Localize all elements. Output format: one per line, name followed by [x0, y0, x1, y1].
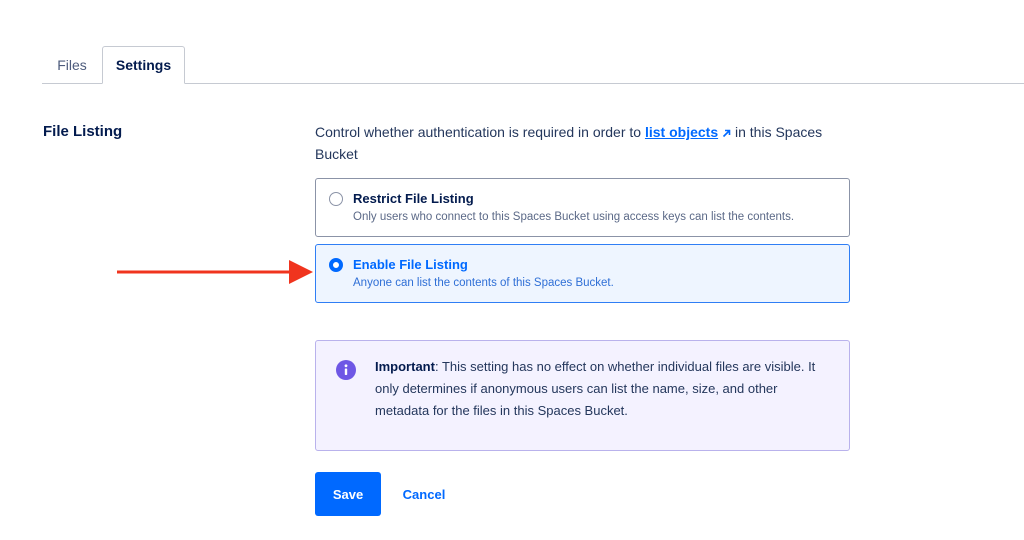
restrict-listing-radio[interactable] — [329, 192, 343, 206]
tab-bar: Files Settings — [42, 46, 1024, 84]
section-title: File Listing — [43, 123, 123, 140]
info-text: Important: This setting has no effect on… — [375, 356, 830, 422]
list-objects-link[interactable]: list objects — [645, 124, 718, 140]
option-subtitle: Anyone can list the contents of this Spa… — [353, 277, 614, 289]
external-link-icon — [723, 129, 731, 137]
option-title: Enable File Listing — [353, 257, 468, 272]
enable-listing-option[interactable]: Enable File Listing Anyone can list the … — [315, 244, 850, 303]
cancel-button[interactable]: Cancel — [392, 472, 456, 516]
settings-page: Files Settings File Listing Control whet… — [0, 0, 1024, 540]
save-button[interactable]: Save — [315, 472, 381, 516]
info-callout: Important: This setting has no effect on… — [315, 340, 850, 451]
tab-files[interactable]: Files — [42, 46, 102, 83]
red-arrow-icon — [117, 260, 313, 284]
option-subtitle: Only users who connect to this Spaces Bu… — [353, 211, 795, 223]
tab-settings[interactable]: Settings — [102, 46, 185, 84]
enable-listing-radio[interactable] — [329, 258, 343, 272]
option-title: Restrict File Listing — [353, 191, 474, 206]
info-strong: Important — [375, 359, 435, 374]
info-icon — [336, 360, 356, 380]
restrict-listing-option[interactable]: Restrict File Listing Only users who con… — [315, 178, 850, 237]
section-description: Control whether authentication is requir… — [315, 121, 855, 165]
info-body: : This setting has no effect on whether … — [375, 359, 816, 418]
description-text-before: Control whether authentication is requir… — [315, 124, 645, 140]
